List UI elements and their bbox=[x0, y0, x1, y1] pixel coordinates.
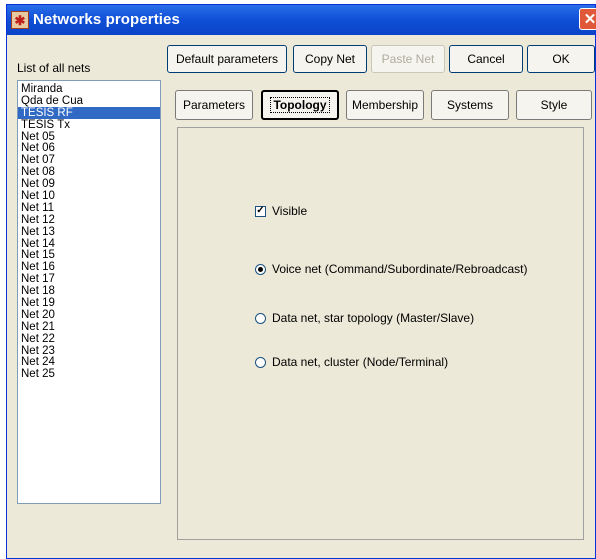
nets-listbox[interactable]: Miranda Qda de Cua TESIS RF TESIS Tx Net 05 N… bbox=[17, 80, 161, 504]
list-item[interactable]: Net 21 bbox=[18, 321, 160, 333]
tab-topology-label: Topology bbox=[270, 97, 330, 113]
list-item[interactable]: Net 16 bbox=[18, 261, 160, 273]
list-item[interactable]: Net 13 bbox=[18, 226, 160, 238]
list-item[interactable]: Miranda bbox=[18, 83, 160, 95]
data-net-star-radio-row[interactable]: Data net, star topology (Master/Slave) bbox=[255, 311, 474, 325]
visible-checkbox-row[interactable]: ✓ Visible bbox=[255, 204, 307, 218]
list-item[interactable]: Net 20 bbox=[18, 309, 160, 321]
window-title: Networks properties bbox=[33, 11, 180, 28]
visible-checkbox[interactable]: ✓ bbox=[255, 205, 266, 217]
list-item[interactable]: Net 17 bbox=[18, 273, 160, 285]
data-net-star-radio[interactable] bbox=[255, 312, 266, 324]
list-item[interactable]: TESIS Tx bbox=[18, 119, 160, 131]
voice-net-radio[interactable] bbox=[255, 263, 266, 275]
voice-net-label: Voice net (Command/Subordinate/Rebroadca… bbox=[272, 262, 528, 276]
data-net-cluster-radio-row[interactable]: Data net, cluster (Node/Terminal) bbox=[255, 355, 448, 369]
tab-systems[interactable]: Systems bbox=[431, 90, 509, 120]
check-icon: ✓ bbox=[256, 205, 265, 216]
list-item[interactable]: Net 09 bbox=[18, 178, 160, 190]
list-item[interactable]: Net 14 bbox=[18, 238, 160, 250]
close-icon: ✕ bbox=[583, 11, 596, 28]
close-button[interactable]: ✕ bbox=[579, 8, 596, 30]
tab-style[interactable]: Style bbox=[516, 90, 592, 120]
topology-panel: ✓ Visible Voice net (Command/Subordinate… bbox=[177, 127, 584, 540]
list-item[interactable]: Qda de Cua bbox=[18, 95, 160, 107]
list-item[interactable]: Net 22 bbox=[18, 333, 160, 345]
list-item[interactable]: Net 06 bbox=[18, 142, 160, 155]
list-item[interactable]: Net 05 bbox=[18, 131, 160, 143]
list-item[interactable]: Net 08 bbox=[18, 166, 160, 178]
tab-membership[interactable]: Membership bbox=[346, 90, 424, 120]
paste-net-button: Paste Net bbox=[371, 45, 445, 73]
list-item[interactable]: TESIS RF bbox=[18, 106, 160, 119]
list-item[interactable]: Net 07 bbox=[18, 154, 160, 166]
networks-properties-window: ✱ Networks properties ✕ List of all nets… bbox=[6, 4, 596, 559]
data-net-cluster-radio[interactable] bbox=[255, 356, 266, 368]
copy-net-button[interactable]: Copy Net bbox=[293, 45, 367, 73]
voice-net-radio-row[interactable]: Voice net (Command/Subordinate/Rebroadca… bbox=[255, 262, 527, 276]
list-item[interactable]: Net 12 bbox=[18, 214, 160, 226]
list-item[interactable]: Net 23 bbox=[18, 345, 160, 357]
list-item[interactable]: Net 10 bbox=[18, 190, 160, 202]
data-net-star-label: Data net, star topology (Master/Slave) bbox=[272, 311, 475, 325]
list-label: List of all nets bbox=[17, 61, 91, 75]
default-parameters-button[interactable]: Default parameters bbox=[167, 45, 287, 73]
tab-parameters[interactable]: Parameters bbox=[175, 90, 253, 120]
list-item[interactable]: Net 19 bbox=[18, 297, 160, 309]
ok-button[interactable]: OK bbox=[527, 45, 595, 73]
app-icon: ✱ bbox=[11, 11, 29, 29]
radio-dot-icon bbox=[258, 266, 263, 272]
visible-label: Visible bbox=[272, 204, 308, 218]
title-bar: ✱ Networks properties ✕ bbox=[7, 5, 596, 35]
list-item[interactable]: Net 11 bbox=[18, 202, 160, 214]
tab-topology[interactable]: Topology bbox=[261, 90, 339, 120]
data-net-cluster-label: Data net, cluster (Node/Terminal) bbox=[272, 355, 449, 369]
list-item[interactable]: Net 15 bbox=[18, 249, 160, 262]
cancel-button[interactable]: Cancel bbox=[449, 45, 523, 73]
list-item[interactable]: Net 18 bbox=[18, 285, 160, 297]
list-item[interactable]: Net 25 bbox=[18, 368, 160, 380]
list-item[interactable]: Net 24 bbox=[18, 356, 160, 369]
